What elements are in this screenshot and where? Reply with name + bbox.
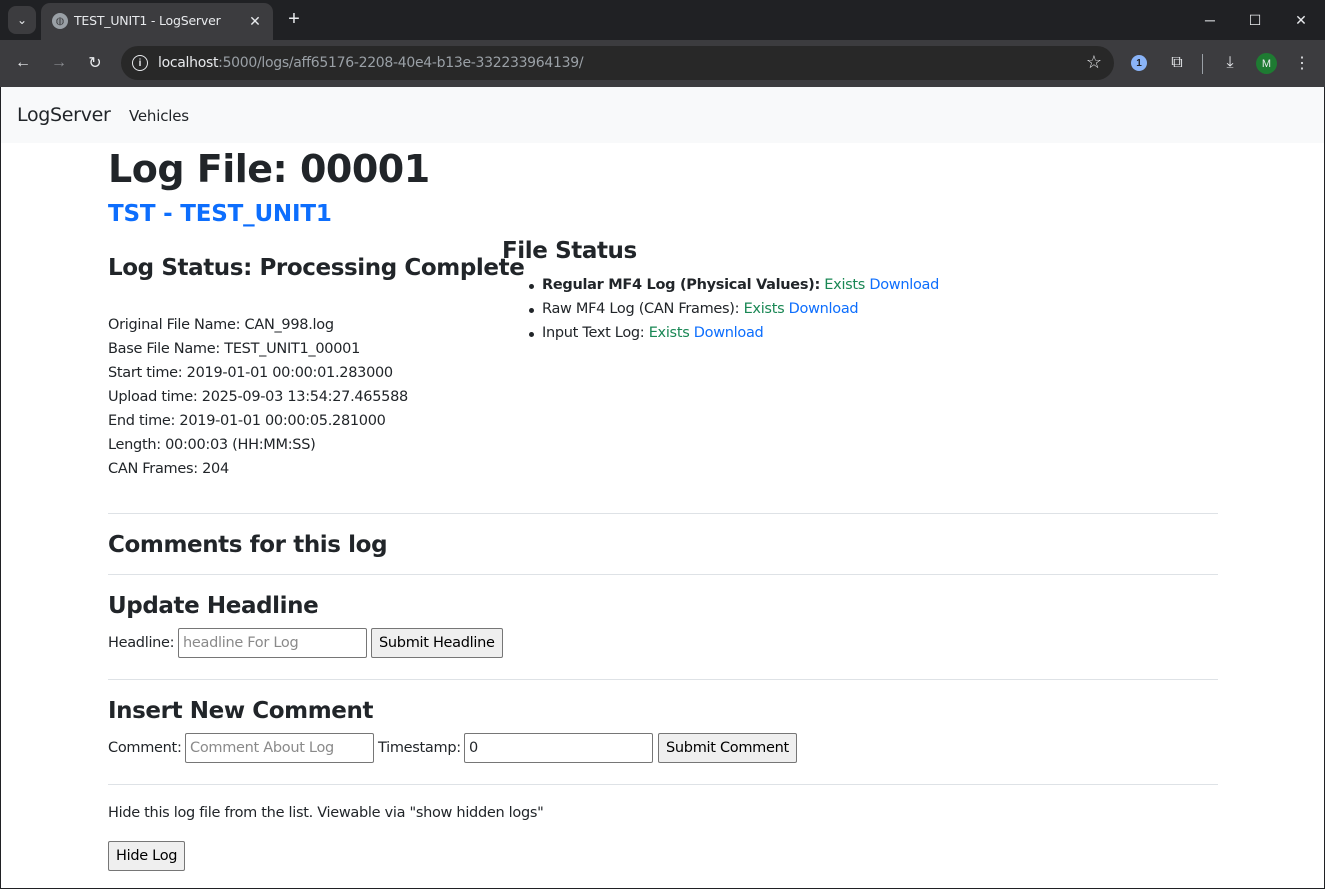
insert-comment-heading: Insert New Comment [108, 698, 374, 724]
headline-input[interactable] [178, 628, 367, 658]
comment-label: Comment: [108, 740, 182, 756]
download-link[interactable]: Download [694, 325, 764, 341]
unit-link[interactable]: TST - TEST_UNIT1 [108, 201, 332, 227]
menu-icon[interactable]: ⋮ [1290, 51, 1314, 75]
page-viewport: LogServer Vehicles Log File: 00001 TST -… [1, 87, 1324, 888]
file-status-heading: File Status [502, 238, 637, 264]
divider [108, 679, 1218, 680]
file-status: Exists [648, 325, 690, 341]
close-window-icon[interactable]: ✕ [1289, 8, 1313, 32]
info-start-time: Start time: 2019-01-01 00:00:01.283000 [108, 365, 393, 381]
divider [108, 574, 1218, 575]
password-manager-icon[interactable]: 1 [1131, 55, 1147, 71]
avatar[interactable]: M [1256, 53, 1277, 74]
close-icon[interactable]: ✕ [245, 11, 265, 31]
toolbar-separator [1202, 54, 1203, 74]
file-label: Regular MF4 Log (Physical Values): [542, 277, 820, 293]
timestamp-input[interactable] [464, 733, 653, 763]
hide-log-button[interactable]: Hide Log [108, 841, 186, 871]
download-link[interactable]: Download [789, 301, 859, 317]
url-path: :5000/logs/aff65176-2208-40e4-b13e-33223… [218, 55, 584, 71]
hide-log-text: Hide this log file from the list. Viewab… [108, 805, 544, 821]
page-title: Log File: 00001 [108, 147, 430, 191]
minimize-icon[interactable]: ─ [1198, 8, 1222, 32]
star-icon[interactable]: ☆ [1086, 52, 1102, 73]
browser-toolbar: ← → ↻ i localhost:5000/logs/aff65176-220… [0, 40, 1325, 87]
submit-comment-button[interactable]: Submit Comment [658, 733, 797, 763]
submit-headline-button[interactable]: Submit Headline [371, 628, 503, 658]
info-length: Length: 00:00:03 (HH:MM:SS) [108, 437, 316, 453]
nav-link-vehicles[interactable]: Vehicles [129, 107, 189, 125]
navbar: LogServer Vehicles [1, 87, 1324, 143]
browser-titlebar: ⌄ ◍ TEST_UNIT1 - LogServer ✕ + ─ ☐ ✕ [0, 0, 1325, 40]
forward-icon[interactable]: → [47, 51, 71, 75]
download-link[interactable]: Download [869, 277, 939, 293]
file-label: Raw MF4 Log (CAN Frames): [542, 301, 740, 317]
info-end-time: End time: 2019-01-01 00:00:05.281000 [108, 413, 386, 429]
list-item: Input Text Log: Exists Download [528, 325, 764, 341]
info-original-file-name: Original File Name: CAN_998.log [108, 317, 334, 333]
tab-search-icon[interactable]: ⌄ [8, 6, 36, 34]
file-status: Exists [743, 301, 785, 317]
headline-label: Headline: [108, 635, 175, 651]
info-upload-time: Upload time: 2025-09-03 13:54:27.465588 [108, 389, 408, 405]
info-icon[interactable]: i [132, 55, 148, 71]
update-headline-heading: Update Headline [108, 593, 319, 619]
comment-input[interactable] [185, 733, 374, 763]
plus-icon[interactable]: + [282, 7, 306, 31]
log-status-heading: Log Status: Processing Complete [108, 255, 525, 281]
maximize-icon[interactable]: ☐ [1243, 8, 1267, 32]
reload-icon[interactable]: ↻ [83, 51, 107, 75]
browser-tab[interactable]: ◍ TEST_UNIT1 - LogServer ✕ [41, 3, 273, 40]
back-icon[interactable]: ← [11, 51, 35, 75]
list-item: Raw MF4 Log (CAN Frames): Exists Downloa… [528, 301, 859, 317]
url-host: localhost [158, 55, 219, 71]
url-text[interactable]: localhost:5000/logs/aff65176-2208-40e4-b… [158, 55, 584, 71]
comments-heading: Comments for this log [108, 532, 388, 558]
download-icon[interactable]: ⤓ [1218, 51, 1242, 75]
info-can-frames: CAN Frames: 204 [108, 461, 229, 477]
divider [108, 513, 1218, 514]
divider [108, 784, 1218, 785]
timestamp-label: Timestamp: [378, 740, 461, 756]
extensions-icon[interactable]: ⧉ [1165, 51, 1189, 75]
address-bar[interactable]: i localhost:5000/logs/aff65176-2208-40e4… [121, 46, 1114, 80]
file-status: Exists [824, 277, 866, 293]
navbar-brand[interactable]: LogServer [17, 104, 111, 126]
list-item: Regular MF4 Log (Physical Values): Exist… [528, 277, 939, 293]
tab-title: TEST_UNIT1 - LogServer [74, 13, 221, 28]
file-label: Input Text Log: [542, 325, 645, 341]
globe-icon: ◍ [52, 13, 68, 29]
info-base-file-name: Base File Name: TEST_UNIT1_00001 [108, 341, 360, 357]
